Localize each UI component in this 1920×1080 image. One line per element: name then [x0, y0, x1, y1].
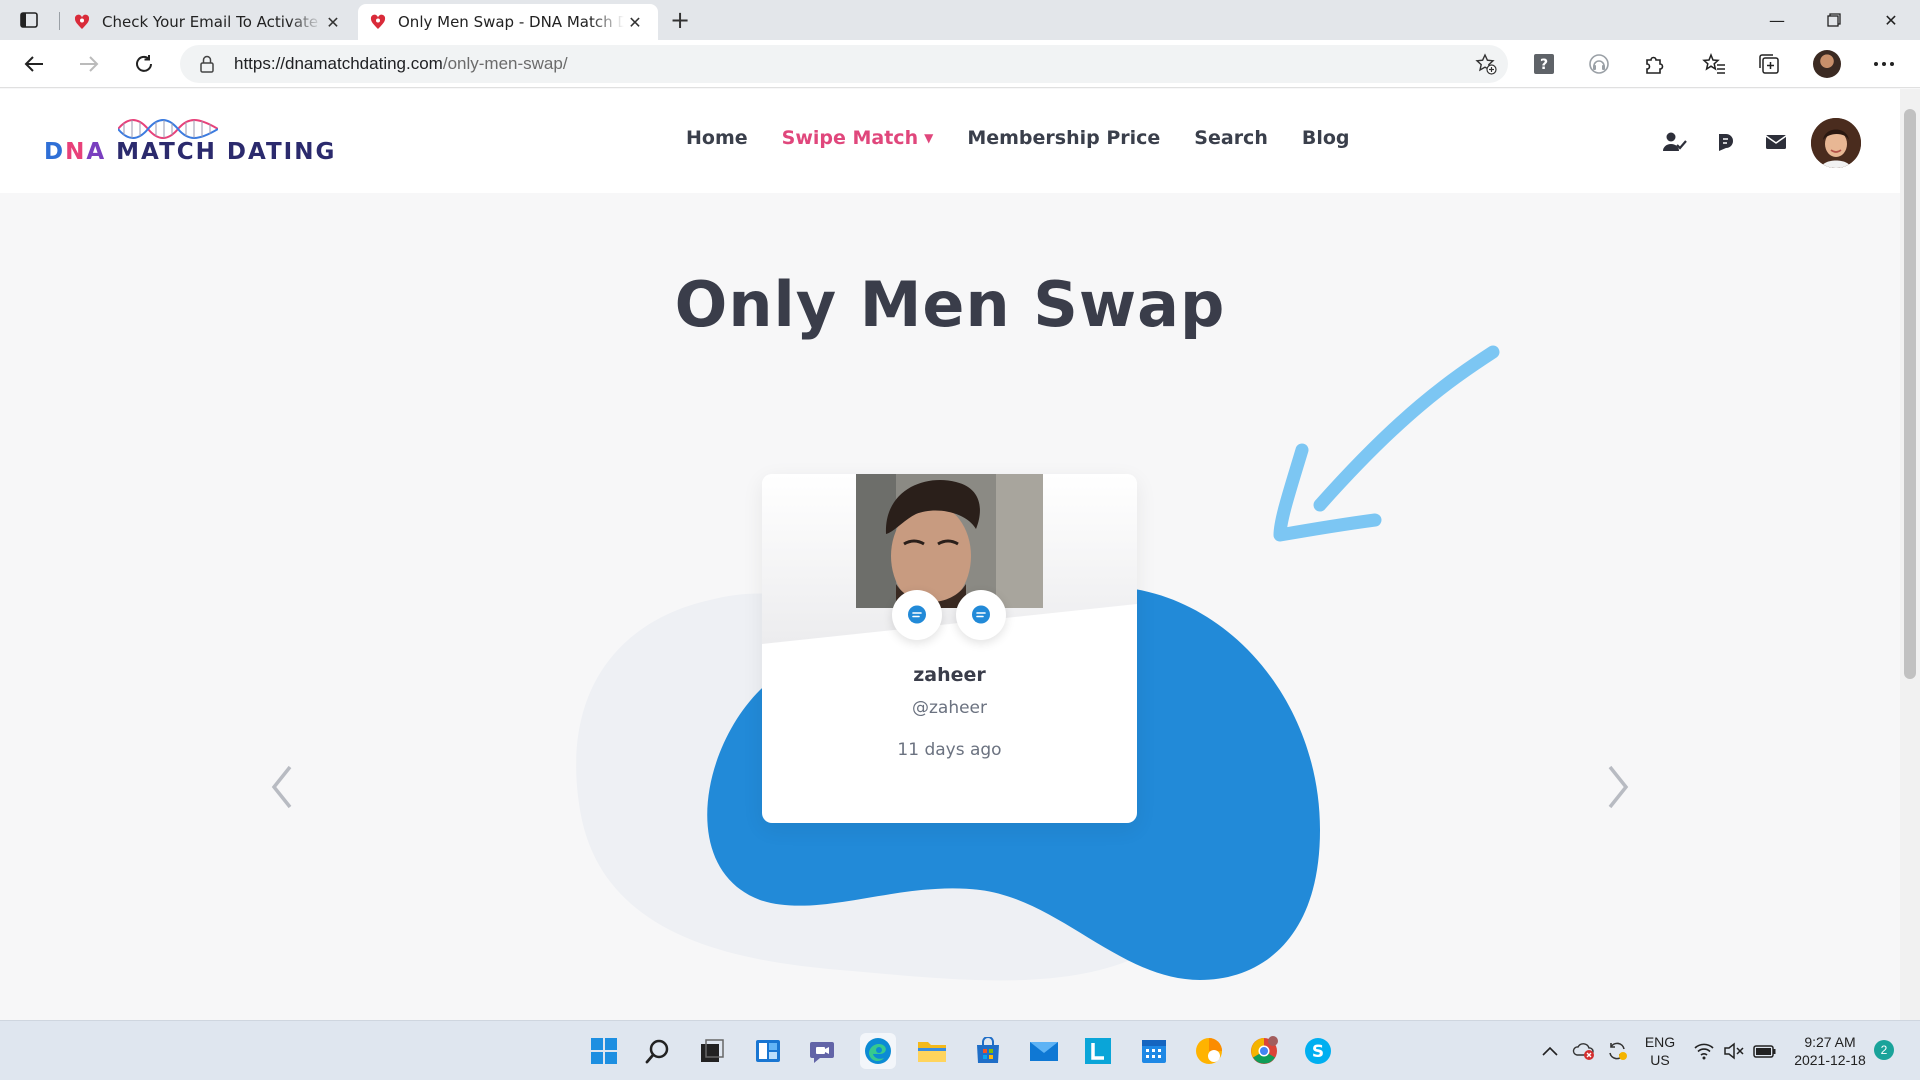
- chat-bubble-icon: [972, 605, 990, 624]
- wifi-icon[interactable]: [1692, 1033, 1716, 1069]
- nav-blog[interactable]: Blog: [1302, 127, 1350, 149]
- store-icon[interactable]: [970, 1033, 1006, 1069]
- mail-icon[interactable]: [1026, 1033, 1062, 1069]
- windows-taskbar: S ENG US 9:27 AM 2021-12-18: [0, 1020, 1920, 1080]
- chevron-down-icon: ▼: [924, 131, 934, 145]
- file-explorer-icon[interactable]: [914, 1033, 950, 1069]
- message-button[interactable]: [892, 590, 942, 640]
- extensions-icon[interactable]: [1640, 50, 1668, 78]
- dna-helix-icon: [118, 119, 218, 139]
- svg-text:S: S: [1312, 1042, 1324, 1062]
- chevron-left-icon[interactable]: [262, 762, 302, 812]
- clock[interactable]: 9:27 AM 2021-12-18: [1782, 1033, 1878, 1069]
- tab-title: Check Your Email To Activate Your Accoun…: [102, 13, 322, 31]
- add-favorite-icon[interactable]: [1474, 52, 1498, 76]
- search-icon[interactable]: [640, 1033, 676, 1069]
- nav-search[interactable]: Search: [1194, 127, 1268, 149]
- nav-swipe-match[interactable]: Swipe Match ▼: [782, 127, 934, 149]
- browser-toolbar: https://dnamatchdating.com/only-men-swap…: [0, 40, 1920, 88]
- page-scrollbar[interactable]: [1900, 89, 1920, 1020]
- lock-icon[interactable]: [196, 55, 218, 73]
- read-aloud-icon[interactable]: [1585, 50, 1613, 78]
- blue-arrow-annotation: [1273, 345, 1500, 542]
- volume-muted-icon[interactable]: [1722, 1033, 1746, 1069]
- browser-tab-bar: Check Your Email To Activate Your Accoun…: [0, 0, 1920, 40]
- extension-question-icon[interactable]: ?: [1530, 50, 1558, 78]
- url-host: https://dnamatchdating.com: [234, 54, 443, 73]
- back-icon[interactable]: [20, 50, 48, 78]
- chat-bubble-icon: [908, 605, 926, 624]
- site-header: DNA MATCH DATING Home Swipe Match ▼ Membe…: [0, 89, 1900, 193]
- language-indicator[interactable]: ENG US: [1640, 1033, 1680, 1069]
- skype-icon[interactable]: S: [1300, 1033, 1336, 1069]
- address-url: https://dnamatchdating.com/only-men-swap…: [234, 54, 568, 74]
- nav-membership-price[interactable]: Membership Price: [967, 127, 1160, 149]
- forward-icon[interactable]: [75, 50, 103, 78]
- chevron-right-icon[interactable]: [1598, 762, 1638, 812]
- profile-handle: @zaheer: [911, 698, 988, 718]
- mail-icon[interactable]: [1763, 129, 1789, 155]
- site-favicon-icon: [74, 14, 90, 29]
- language-code: ENG: [1644, 1034, 1676, 1050]
- favorites-icon[interactable]: [1700, 50, 1728, 78]
- new-tab-icon[interactable]: +: [668, 6, 692, 34]
- minimize-icon[interactable]: —: [1748, 0, 1806, 40]
- user-avatar[interactable]: [1811, 118, 1861, 168]
- logo-text: DNA MATCH DATING: [44, 139, 337, 165]
- l-app-icon[interactable]: [1080, 1033, 1116, 1069]
- chevron-up-icon[interactable]: [1538, 1033, 1562, 1069]
- paint-icon[interactable]: [1191, 1033, 1227, 1069]
- tab-only-men-swap[interactable]: Only Men Swap - DNA Match Dating ✕: [358, 4, 658, 40]
- restore-icon[interactable]: [1805, 0, 1863, 40]
- nav-swipe-match-label: Swipe Match: [781, 127, 919, 149]
- profile-card[interactable]: zaheer @zaheer 11 days ago: [762, 474, 1137, 823]
- profile-name[interactable]: zaheer: [762, 664, 1137, 686]
- message-button[interactable]: [956, 590, 1006, 640]
- profile-last-active: 11 days ago: [897, 740, 1002, 760]
- battery-icon[interactable]: [1752, 1033, 1778, 1069]
- svg-text:?: ?: [1540, 57, 1548, 73]
- task-view-icon[interactable]: [694, 1033, 730, 1069]
- site-favicon-icon: [370, 14, 386, 29]
- main-nav: Home Swipe Match ▼ Membership Price Searc…: [686, 127, 1384, 149]
- widgets-icon[interactable]: [750, 1033, 786, 1069]
- onedrive-error-icon[interactable]: [1571, 1033, 1597, 1069]
- tab-separator: [59, 12, 60, 30]
- nav-home[interactable]: Home: [686, 127, 748, 149]
- close-window-icon[interactable]: ✕: [1862, 0, 1920, 40]
- teams-chat-icon[interactable]: [804, 1033, 840, 1069]
- tab-title: Only Men Swap - DNA Match Dating: [398, 13, 624, 31]
- clock-date: 2021-12-18: [1794, 1052, 1866, 1068]
- address-bar[interactable]: https://dnamatchdating.com/only-men-swap…: [180, 45, 1508, 83]
- profile-avatar[interactable]: [1813, 50, 1841, 78]
- activity-icon[interactable]: [1713, 129, 1739, 155]
- language-region: US: [1650, 1052, 1670, 1068]
- user-check-icon[interactable]: [1662, 129, 1688, 155]
- tab-actions-icon[interactable]: [18, 9, 40, 31]
- close-icon[interactable]: ✕: [624, 11, 646, 33]
- calendar-icon[interactable]: [1136, 1033, 1172, 1069]
- scrollbar-thumb[interactable]: [1904, 109, 1916, 679]
- collections-icon[interactable]: [1755, 50, 1783, 78]
- close-icon[interactable]: ✕: [322, 11, 344, 33]
- edge-icon[interactable]: [860, 1033, 896, 1069]
- tab-check-email[interactable]: Check Your Email To Activate Your Accoun…: [62, 4, 356, 40]
- clock-time: 9:27 AM: [1804, 1034, 1856, 1050]
- start-icon[interactable]: [586, 1033, 622, 1069]
- profile-photo[interactable]: [856, 474, 1043, 608]
- site-logo[interactable]: DNA MATCH DATING: [44, 111, 344, 171]
- refresh-icon[interactable]: [130, 50, 158, 78]
- page-title: Only Men Swap: [674, 268, 1226, 341]
- more-icon[interactable]: [1870, 50, 1898, 78]
- url-path: /only-men-swap/: [442, 54, 568, 73]
- chrome-icon[interactable]: [1246, 1033, 1282, 1069]
- notification-badge[interactable]: 2: [1874, 1040, 1894, 1060]
- sync-icon[interactable]: [1604, 1033, 1630, 1069]
